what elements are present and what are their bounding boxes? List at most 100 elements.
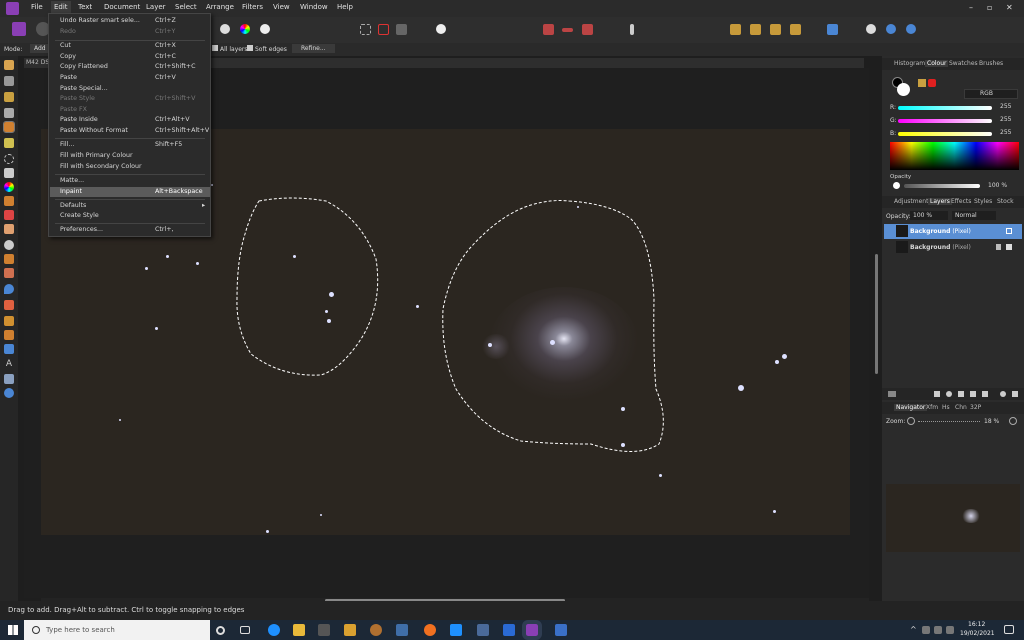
taskbar-time[interactable]: 16:12 [968,621,985,628]
b-slider[interactable] [898,132,992,136]
fx-icon[interactable] [958,391,964,397]
gradient-tool-icon[interactable] [4,182,14,192]
flood-fill-tool-icon[interactable] [4,168,14,178]
layer-row[interactable]: Background (Pixel) [884,240,1022,255]
quick-mask-icon[interactable] [436,24,446,34]
menu-item-copy-flattened[interactable]: Copy Flattened Ctrl+Shift+C [50,62,210,72]
windows-start-icon[interactable] [8,625,18,635]
deselect-icon[interactable] [378,24,389,35]
taskbar-search-box[interactable]: Type here to search [24,620,210,640]
settings-gear-icon[interactable] [1000,391,1006,397]
smudge-tool-icon[interactable] [4,300,14,310]
mode-add-button[interactable]: Add [30,44,50,53]
colour-picker-icon[interactable] [918,79,926,87]
r-value[interactable]: 255 [1000,103,1011,110]
menu-item-paste-without-format[interactable]: Paste Without Format Ctrl+Shift+Alt+V [50,126,210,136]
vertical-scrollbar-thumb[interactable] [875,254,878,374]
tab-styles[interactable]: Styles [974,198,992,205]
tab-navigator[interactable]: Navigator [894,404,928,411]
edge-browser-icon[interactable] [268,624,280,636]
paint-brush-tool-icon[interactable] [4,196,14,206]
arrange-front-icon[interactable] [790,24,801,35]
cortana-icon[interactable] [216,626,225,635]
menu-file[interactable]: File [31,3,43,11]
subtract-icon[interactable] [886,24,896,34]
adjustment-icon[interactable] [946,391,952,397]
tab-stock[interactable]: Stock [997,198,1014,205]
menu-text[interactable]: Text [78,3,92,11]
menu-item-inpaint[interactable]: Inpaint Alt+Backspace [50,187,210,197]
layer-visibility-checkbox[interactable] [1006,228,1012,234]
b-value[interactable]: 255 [1000,129,1011,136]
rectangle-tool-icon[interactable] [4,344,14,354]
crop-tool-icon[interactable] [4,108,14,118]
move-tool-icon[interactable] [4,76,14,86]
menu-item-undo[interactable]: Undo Raster smart sele... Ctrl+Z [50,16,210,26]
auto-white-balance-icon[interactable] [260,24,270,34]
tab-effects[interactable]: Effects [951,198,971,205]
app-icon-3[interactable] [396,624,408,636]
notifications-icon[interactable] [1004,625,1014,634]
node-tool-icon[interactable] [4,330,14,340]
healing-tool-icon[interactable] [4,268,14,278]
snap-assistant-icon[interactable] [582,24,593,35]
tab-colour[interactable]: Colour [925,60,949,67]
text-tool-icon[interactable]: A [4,359,14,369]
opacity-value[interactable]: 100 % [988,182,1007,189]
menu-window[interactable]: Window [300,3,328,11]
close-icon[interactable]: ✕ [1006,3,1013,12]
menu-arrange[interactable]: Arrange [206,3,234,11]
layer-visibility-checkbox[interactable] [1006,244,1012,250]
menu-item-redo[interactable]: Redo Ctrl+Y [50,27,210,37]
align-icon[interactable] [827,24,838,35]
menu-filters[interactable]: Filters [242,3,263,11]
minimize-icon[interactable]: – [969,3,973,12]
selection-brush-tool-icon[interactable] [3,121,15,133]
tab-transform[interactable]: Xfm [926,404,938,411]
menu-item-defaults[interactable]: Defaults ▸ [50,201,210,211]
menu-select[interactable]: Select [175,3,197,11]
taskbar-date[interactable]: 19/02/2021 [960,630,995,637]
mesh-warp-tool-icon[interactable] [4,374,14,384]
erase-brush-tool-icon[interactable] [4,224,14,234]
store-icon[interactable] [318,624,330,636]
live-filter-icon[interactable] [970,391,976,397]
menu-item-fill[interactable]: Fill... Shift+F5 [50,140,210,150]
menu-item-paste-special[interactable]: Paste Special... [50,84,210,94]
marquee-icon[interactable] [360,24,371,35]
network-icon[interactable] [934,626,942,634]
menu-item-paste[interactable]: Paste Ctrl+V [50,73,210,83]
primary-colour-well[interactable] [897,83,910,96]
dodge-tool-icon[interactable] [4,240,14,250]
zoom-out-icon[interactable] [907,417,915,425]
layers-stack-icon[interactable] [888,391,896,397]
auto-colour-icon[interactable] [240,24,250,34]
task-view-icon[interactable] [240,626,250,634]
none-colour-icon[interactable] [928,79,936,87]
app-icon-4[interactable] [424,624,436,636]
arrange-back-icon[interactable] [730,24,741,35]
blend-mode-select[interactable]: Normal [952,211,996,220]
trash-icon[interactable] [1012,391,1018,397]
group-icon[interactable] [982,391,988,397]
menu-item-fill-primary[interactable]: Fill with Primary Colour [50,151,210,161]
blur-tool-icon[interactable] [4,284,14,294]
layer-opacity-field[interactable]: 100 % [910,211,948,220]
tab-adjustment[interactable]: Adjustment [894,198,928,205]
menu-item-paste-style[interactable]: Paste Style Ctrl+Shift+V [50,94,210,104]
arrange-backward-icon[interactable] [750,24,761,35]
volume-icon[interactable] [946,626,954,634]
layer-row[interactable]: Background (Pixel) [884,224,1022,239]
menu-item-preferences[interactable]: Preferences... Ctrl+, [50,225,210,235]
tray-chevron-icon[interactable]: ^ [910,625,917,634]
snapping-icon[interactable] [543,24,554,35]
menu-item-paste-inside[interactable]: Paste Inside Ctrl+Alt+V [50,115,210,125]
file-explorer-icon[interactable] [293,624,305,636]
tab-history[interactable]: Hs [942,404,950,411]
app-icon-5[interactable] [477,624,489,636]
menu-document[interactable]: Document [104,3,140,11]
photoshop-icon[interactable] [503,624,515,636]
zoom-in-icon[interactable] [1009,417,1017,425]
menu-item-copy[interactable]: Copy Ctrl+C [50,52,210,62]
menu-item-create-style[interactable]: Create Style [50,211,210,221]
